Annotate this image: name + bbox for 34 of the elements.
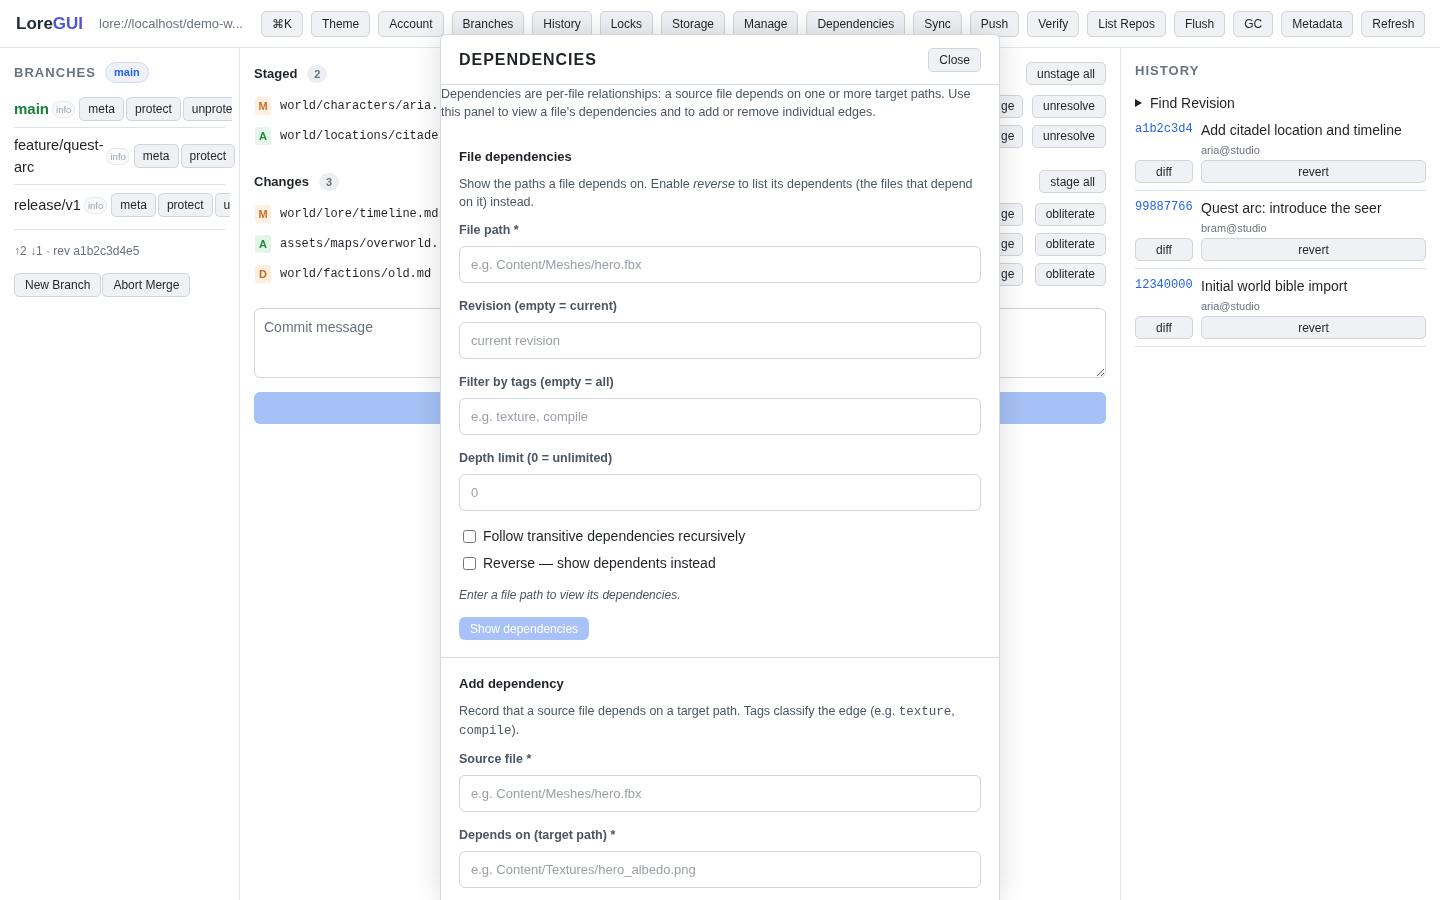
commit-author: aria@studio — [1201, 143, 1261, 158]
field-label: Filter by tags (empty = all) — [459, 374, 615, 391]
commit-message: Initial world bible import — [1201, 277, 1349, 296]
commit-author: bram@studio — [1201, 221, 1268, 236]
field-label: Source file * — [459, 751, 533, 768]
status-tag: A — [255, 235, 271, 253]
status-tag: D — [255, 265, 271, 283]
repo-address: lore://localhost/demo-w... — [99, 14, 243, 33]
section-title: Add dependency — [459, 675, 565, 693]
app-logo: LoreGUI — [16, 12, 84, 35]
count-badge: 2 — [307, 64, 328, 83]
hint-text: Enter a file path to view its dependencies. — [459, 587, 682, 604]
section-description: Show the paths a file depends on. Enable reverse to list its dependents (the files that depend on it) instead. — [459, 176, 974, 211]
sync-status: ↑2 ↓1 · rev a1b2c3d4e5 — [14, 243, 141, 260]
commit-author: aria@studio — [1201, 299, 1261, 314]
group-heading: Staged — [254, 64, 298, 83]
status-tag: M — [255, 205, 271, 223]
field-label: Revision (empty = current) — [459, 298, 619, 315]
section-description: Record that a source file depends on a target path. Tags classify the edge (e.g. texture, compile). — [459, 703, 956, 740]
commit-message: Add citadel location and timeline — [1201, 121, 1403, 140]
commit-message: Quest arc: introduce the seer — [1201, 199, 1383, 218]
section-title: File dependencies — [459, 148, 573, 166]
field-label: Depends on (target path) * — [459, 827, 617, 844]
section-heading: BRANCHES — [14, 63, 96, 82]
field-label: File path * — [459, 222, 520, 239]
dialog-intro: Dependencies are per-file relationships: a source file depends on one or more target paths. Use this panel to view a file's dependencies and to add or remove individual edges. — [441, 86, 972, 121]
dialog-title: DEPENDENCIES — [459, 49, 597, 70]
count-badge: 3 — [318, 172, 340, 191]
status-tag: A — [255, 127, 271, 145]
group-heading: Changes — [254, 172, 309, 191]
section-heading: HISTORY — [1135, 62, 1201, 80]
field-label: Depth limit (0 = unlimited) — [459, 450, 614, 467]
status-tag: M — [255, 97, 271, 115]
current-branch-badge: main — [105, 62, 149, 83]
